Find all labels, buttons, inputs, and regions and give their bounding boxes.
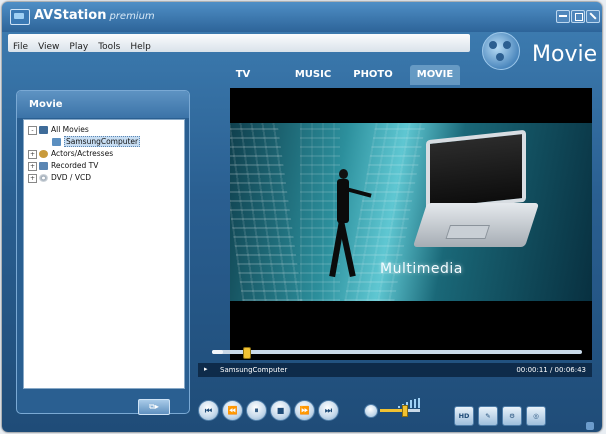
rewind-button[interactable]: ⏪	[222, 400, 243, 421]
tab-tv[interactable]: TV	[228, 65, 258, 85]
volume-fill	[380, 409, 404, 412]
movie-file-icon	[52, 138, 61, 146]
video-laptop-base	[412, 203, 540, 247]
menu-bar: File View Play Tools Help	[8, 34, 470, 52]
tree-node-all-movies[interactable]: - All Movies	[28, 124, 89, 135]
film-icon	[39, 126, 48, 134]
tv-icon	[39, 162, 48, 170]
skip-forward-button[interactable]: ⏭	[318, 400, 339, 421]
seek-bar-fill	[212, 350, 224, 354]
hd-button[interactable]: HD	[454, 406, 474, 426]
add-to-playlist-button[interactable]: ⧉▸	[138, 399, 170, 415]
capture-button[interactable]: ◎	[526, 406, 546, 426]
stop-button[interactable]: ■	[270, 400, 291, 421]
title-bar[interactable]: AVStation premium	[2, 2, 602, 32]
hd-icon: HD	[458, 412, 470, 420]
rewind-icon: ⏪	[227, 406, 238, 415]
edit-icon: ✎	[485, 412, 491, 420]
video-laptop-screen	[426, 129, 526, 213]
volume-thumb[interactable]	[402, 405, 408, 417]
fast-forward-icon: ⏩	[299, 406, 310, 415]
skip-forward-icon: ⏭	[324, 406, 333, 415]
menu-play[interactable]: Play	[64, 38, 93, 52]
library-panel: Movie - All Movies SamsungComputer + Actor…	[16, 90, 190, 415]
resize-grip-icon[interactable]	[586, 422, 594, 430]
settings-button[interactable]: ⚙	[502, 406, 522, 426]
edit-button[interactable]: ✎	[478, 406, 498, 426]
mute-button[interactable]	[364, 404, 378, 418]
expand-icon[interactable]: +	[28, 161, 37, 171]
expand-icon[interactable]: +	[28, 173, 37, 183]
menu-file[interactable]: File	[8, 38, 33, 52]
movie-reel-icon[interactable]	[482, 32, 520, 70]
menu-help[interactable]: Help	[125, 38, 156, 52]
disc-icon	[39, 174, 48, 182]
tree-node-dvd-vcd[interactable]: + DVD / VCD	[28, 172, 91, 183]
app-window: AVStation premium File View Play Tools Help M…	[2, 2, 602, 432]
app-logo-icon	[10, 9, 30, 25]
people-icon	[39, 150, 48, 158]
library-tree: - All Movies SamsungComputer + Actors/Actr…	[23, 119, 185, 389]
expand-icon[interactable]: +	[28, 149, 37, 159]
skip-back-button[interactable]: ⏮	[198, 400, 219, 421]
library-panel-title: Movie	[29, 99, 63, 110]
settings-icon: ⚙	[509, 412, 515, 420]
add-to-playlist-icon: ⧉▸	[149, 402, 159, 411]
tab-music[interactable]: MUSIC	[288, 65, 338, 85]
close-button[interactable]	[586, 10, 600, 23]
skip-back-icon: ⏮	[204, 406, 213, 415]
tree-node-actors[interactable]: + Actors/Actresses	[28, 148, 113, 159]
seek-thumb[interactable]	[243, 347, 252, 359]
fast-forward-button[interactable]: ⏩	[294, 400, 315, 421]
video-frame: Multimedia	[230, 123, 592, 301]
tab-photo[interactable]: PHOTO	[348, 65, 398, 85]
now-playing-title: SamsungComputer	[220, 366, 288, 374]
tree-node-samsungcomputer[interactable]: SamsungComputer	[52, 136, 141, 147]
menu-view[interactable]: View	[33, 38, 64, 52]
mode-title: Movie	[532, 42, 598, 67]
pause-button[interactable]: ⏸	[246, 400, 267, 421]
video-person	[329, 169, 372, 279]
time-display: 00:00:11 / 00:06:43	[516, 366, 586, 374]
maximize-button[interactable]	[571, 10, 585, 23]
minimize-button[interactable]	[556, 10, 570, 23]
collapse-icon[interactable]: -	[28, 125, 37, 135]
video-player[interactable]: Multimedia	[230, 88, 592, 360]
tab-movie[interactable]: MOVIE	[410, 65, 460, 85]
video-overlay-text: Multimedia	[380, 261, 463, 277]
tree-node-recorded-tv[interactable]: + Recorded TV	[28, 160, 98, 171]
menu-tools[interactable]: Tools	[93, 38, 125, 52]
seek-bar[interactable]	[212, 347, 582, 359]
capture-icon: ◎	[533, 412, 539, 420]
volume-slider[interactable]	[380, 405, 420, 417]
pause-icon: ⏸	[254, 406, 259, 415]
play-indicator-icon: ▸	[204, 365, 208, 373]
video-building-left	[230, 123, 303, 301]
library-panel-header: Movie	[17, 91, 189, 118]
now-playing-strip: ▸ SamsungComputer 00:00:11 / 00:06:43	[198, 363, 592, 377]
stop-icon: ■	[276, 406, 285, 415]
app-title: AVStation premium	[34, 8, 155, 23]
